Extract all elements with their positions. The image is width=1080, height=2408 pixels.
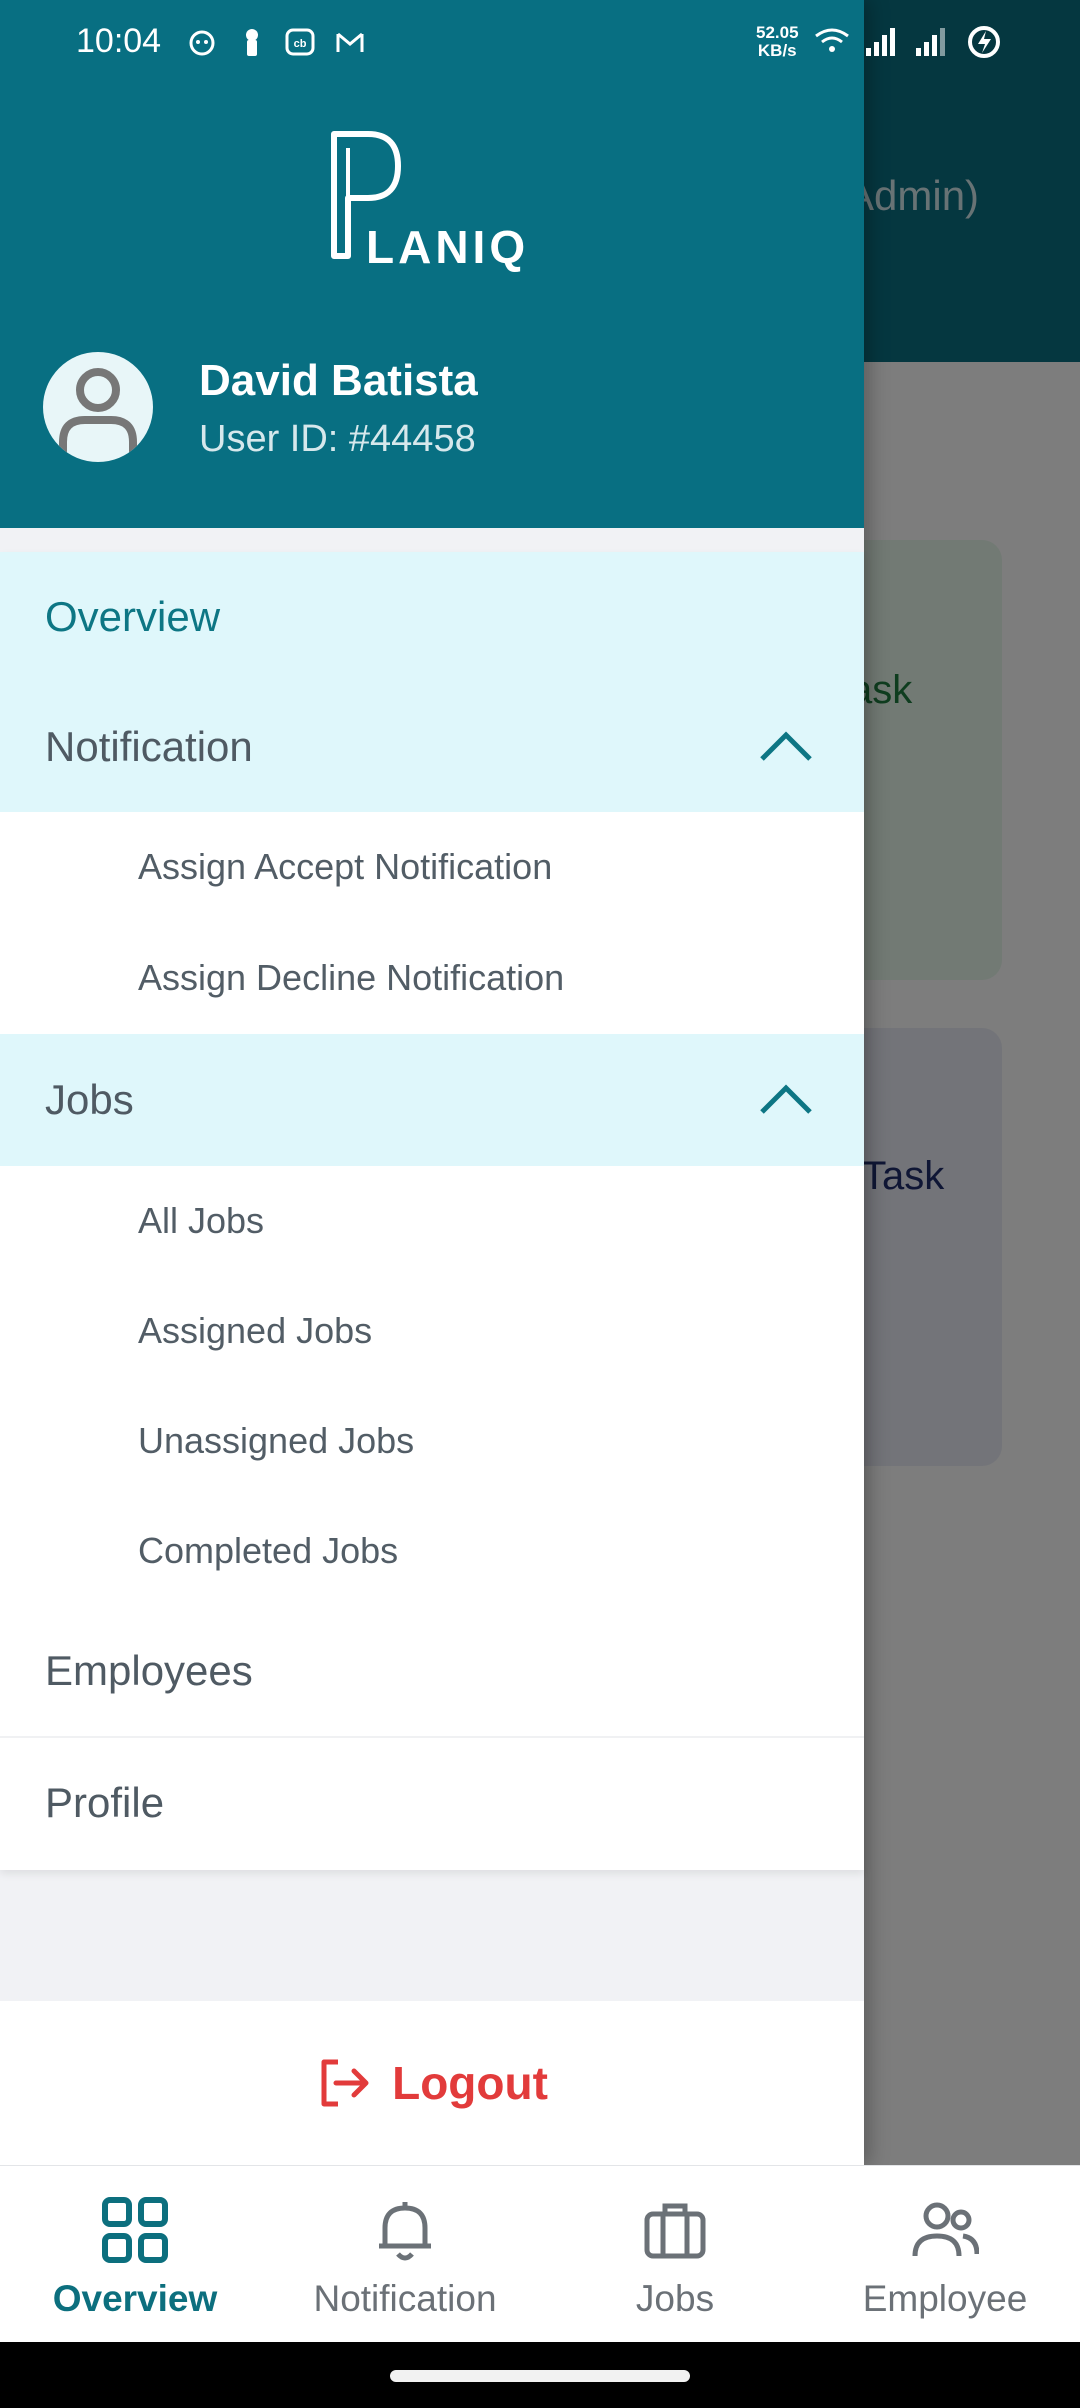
logout-button[interactable]: Logout (0, 2001, 864, 2165)
grid-icon (102, 2197, 168, 2263)
bottom-navigation: Overview Notification Jobs Employee (0, 2165, 1080, 2342)
user-name: David Batista (199, 356, 478, 405)
status-time: 10:04 (76, 22, 162, 60)
signal-icon-1 (866, 28, 895, 56)
submenu-item-label: Assign Accept Notification (138, 846, 553, 887)
drawer-header: 10:04 cb 52.05 KB/s LANIQ David Batista … (0, 0, 1000, 528)
chevron-up-icon (760, 1084, 812, 1114)
menu-item-employees-label: Employees (45, 1647, 253, 1694)
nav-notification-label: Notification (313, 2278, 497, 2319)
bell-icon (379, 2202, 431, 2261)
menu-item-profile[interactable]: Profile (0, 1738, 864, 1868)
nav-employee-label: Employee (862, 2278, 1028, 2319)
submenu-item-label: All Jobs (138, 1200, 265, 1241)
briefcase-icon (644, 2203, 706, 2259)
user-id: User ID: #44458 (199, 418, 476, 460)
logout-content: Logout (316, 2056, 548, 2110)
cb-app-icon: cb (285, 28, 315, 56)
submenu-item-label: Assigned Jobs (138, 1310, 373, 1351)
status-icons (815, 26, 1000, 58)
nav-jobs[interactable]: Jobs (540, 2166, 810, 2343)
planiq-logo-text: LANIQ (366, 221, 530, 273)
keyhole-icon (246, 29, 258, 56)
nav-employee[interactable]: Employee (810, 2166, 1080, 2343)
menu-item-notification-label: Notification (45, 723, 253, 770)
drawer-menu: Overview Notification Assign Accept Noti… (0, 552, 864, 1870)
gmail-icon (336, 32, 364, 52)
menu-item-employees[interactable]: Employees (0, 1606, 864, 1736)
navigation-drawer: 10:04 cb 52.05 KB/s LANIQ David Batista … (0, 0, 1000, 2165)
menu-item-notification[interactable]: Notification (0, 682, 864, 812)
app-notification-icon (189, 30, 215, 56)
system-gesture-bar (0, 2342, 1080, 2408)
submenu-item-all-jobs[interactable]: All Jobs (0, 1166, 864, 1276)
submenu-item-label: Unassigned Jobs (138, 1420, 415, 1461)
network-speed-unit: KB/s (757, 41, 797, 60)
nav-overview[interactable]: Overview (0, 2166, 270, 2343)
logout-label: Logout (392, 2057, 548, 2109)
menu-item-jobs-label: Jobs (45, 1076, 134, 1123)
network-speed-value: 52.05 (756, 23, 799, 42)
nav-jobs-label: Jobs (635, 2278, 715, 2319)
wifi-icon (815, 28, 849, 52)
menu-item-overview[interactable]: Overview (0, 552, 864, 682)
signal-icon-2 (916, 28, 945, 56)
menu-item-profile-label: Profile (45, 1779, 165, 1826)
nav-notification[interactable]: Notification (270, 2166, 540, 2343)
menu-item-overview-label: Overview (45, 593, 221, 640)
avatar[interactable] (43, 352, 153, 462)
user-avatar-icon (59, 368, 137, 456)
network-speed: 52.05 KB/s (756, 24, 799, 60)
battery-charging-icon (968, 26, 1000, 58)
submenu-item-label: Assign Decline Notification (138, 957, 565, 998)
submenu-item-assign-decline-notification[interactable]: Assign Decline Notification (0, 922, 864, 1034)
chevron-up-icon (760, 731, 812, 761)
nav-overview-label: Overview (52, 2278, 218, 2319)
people-icon (912, 2202, 979, 2257)
submenu-item-assign-accept-notification[interactable]: Assign Accept Notification (0, 812, 864, 922)
logout-icon (321, 2059, 369, 2107)
svg-text:cb: cb (294, 38, 307, 50)
submenu-item-assigned-jobs[interactable]: Assigned Jobs (0, 1276, 864, 1386)
submenu-item-label: Completed Jobs (138, 1530, 399, 1571)
menu-item-jobs[interactable]: Jobs (0, 1034, 864, 1166)
home-gesture-handle[interactable] (390, 2370, 690, 2382)
submenu-item-completed-jobs[interactable]: Completed Jobs (0, 1496, 864, 1606)
submenu-item-unassigned-jobs[interactable]: Unassigned Jobs (0, 1386, 864, 1496)
